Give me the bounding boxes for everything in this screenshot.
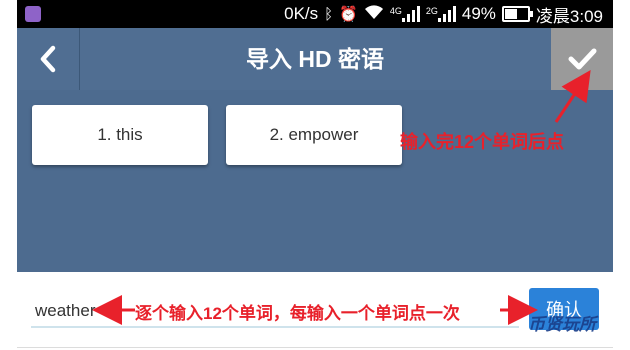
confirm-import-button[interactable] [551, 28, 613, 90]
signal-2: 2G [426, 6, 456, 22]
divider [17, 347, 613, 348]
watermark: 币贤玩所 [528, 315, 596, 335]
status-right: 0K/s ᛒ ⏰ 4G 2G 49% 凌晨3:09 [284, 0, 603, 28]
signal-1: 4G [390, 6, 420, 22]
battery-icon [501, 6, 533, 22]
status-bar: 0K/s ᛒ ⏰ 4G 2G 49% 凌晨3:09 [17, 0, 613, 28]
word-chip-label: 1. this [97, 125, 143, 144]
signal-bars-icon [437, 6, 456, 22]
network-type-1: 4G [389, 6, 402, 16]
word-chip-label: 2. empower [269, 125, 359, 144]
signal-bars-icon [401, 6, 420, 22]
annotation-top: 输入完12个单词后点 [400, 132, 565, 152]
phone-screen: 0K/s ᛒ ⏰ 4G 2G 49% 凌晨3:09 导入 HD 密语 1. th… [17, 0, 613, 350]
word-list-area: 1. this 2. empower [17, 90, 613, 272]
battery-percent: 49% [461, 4, 496, 23]
back-button[interactable] [17, 28, 80, 90]
check-icon [568, 48, 597, 70]
clock: 凌晨3:09 [535, 6, 603, 26]
app-notification-icon [25, 6, 41, 22]
word-chip[interactable]: 2. empower [226, 105, 402, 165]
annotation-bottom: 逐个输入12个单词，每输入一个单词点一次 [135, 304, 460, 323]
bluetooth-icon: ᛒ [324, 5, 334, 23]
wifi-icon [364, 4, 384, 24]
chevron-left-icon [40, 45, 56, 73]
nav-bar: 导入 HD 密语 [17, 28, 613, 90]
page-title: 导入 HD 密语 [246, 46, 384, 72]
network-speed: 0K/s [284, 4, 319, 23]
alarm-icon: ⏰ [339, 6, 358, 23]
network-type-2: 2G [425, 6, 438, 16]
word-chip[interactable]: 1. this [32, 105, 208, 165]
